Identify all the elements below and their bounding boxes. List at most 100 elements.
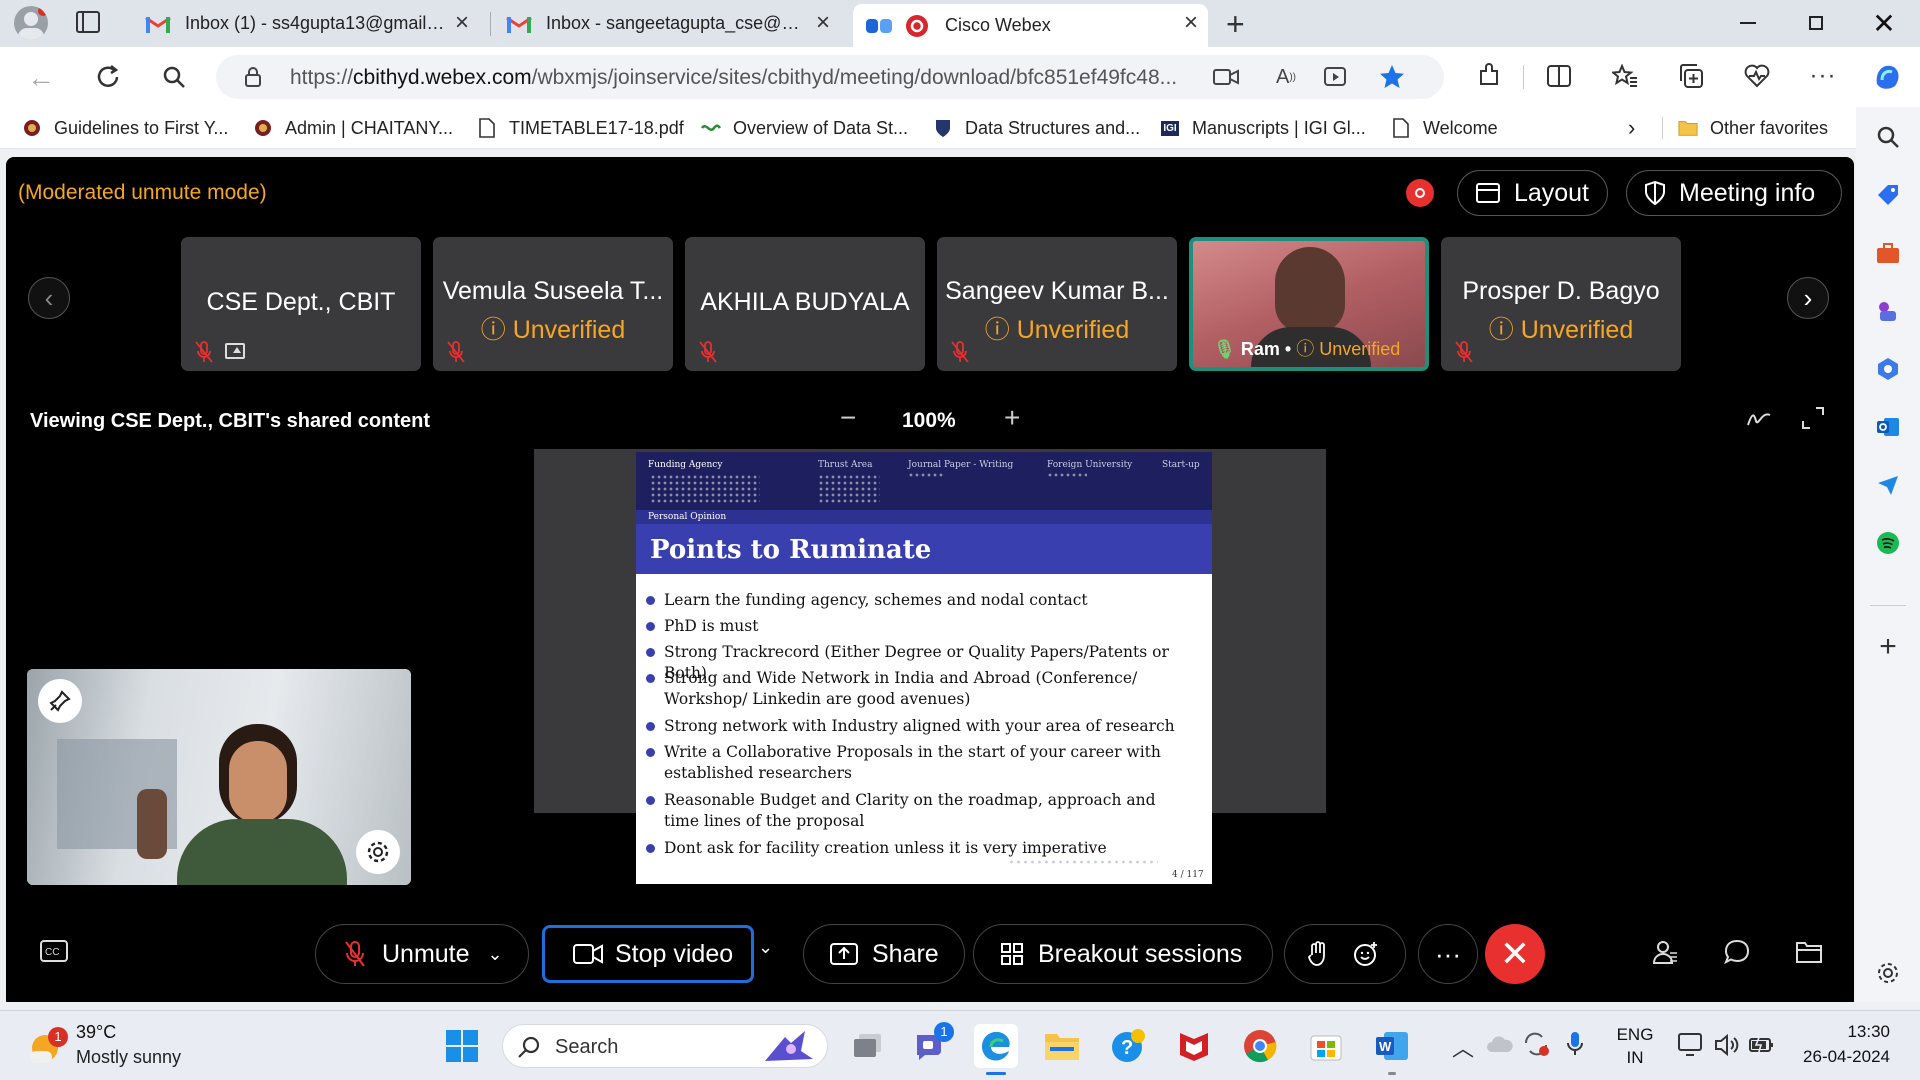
browser-essentials-icon[interactable] [1742, 61, 1772, 91]
close-icon[interactable]: × [1184, 11, 1198, 35]
collections-icon[interactable] [1676, 61, 1706, 91]
breakout-sessions-button[interactable]: Breakout sessions [973, 924, 1273, 984]
fullscreen-icon[interactable] [1802, 407, 1824, 429]
meeting-info-button[interactable]: Meeting info [1626, 170, 1842, 216]
sync-icon[interactable] [1522, 1031, 1550, 1057]
favorite-item[interactable]: Overview of Data St... [701, 115, 908, 141]
pin-icon[interactable] [38, 679, 82, 723]
taskbar-search[interactable]: Search [502, 1024, 828, 1068]
favorite-item[interactable]: IGI Manuscripts | IGI Gl... [1160, 115, 1366, 141]
tab-gmail-2[interactable]: Inbox - sangeetagupta_cse@cbit × [494, 4, 840, 43]
favorite-item[interactable]: Data Structures and... [933, 115, 1140, 141]
copilot-icon[interactable] [1870, 59, 1904, 93]
participant-tile[interactable]: Prosper D. Bagyo ⓘ Unverified [1441, 237, 1681, 371]
new-tab-button[interactable]: + [1226, 6, 1245, 43]
help-icon[interactable]: ? [1106, 1024, 1150, 1068]
closed-captions-icon[interactable]: CC [40, 940, 68, 962]
camera-icon[interactable] [1212, 67, 1240, 87]
zoom-out-button[interactable]: − [840, 402, 856, 434]
recording-icon[interactable] [1406, 179, 1434, 207]
send-icon[interactable] [1874, 471, 1902, 499]
shopping-tag-icon[interactable] [1874, 181, 1902, 209]
more-options-icon[interactable]: ··· [1808, 61, 1838, 91]
games-icon[interactable] [1874, 297, 1902, 325]
folder-icon[interactable] [1796, 941, 1822, 963]
chrome-icon[interactable] [1238, 1024, 1282, 1068]
profile-avatar[interactable] [14, 6, 48, 40]
microphone-icon[interactable] [1566, 1031, 1584, 1057]
participants-icon[interactable] [1652, 939, 1678, 965]
settings-icon[interactable] [1874, 959, 1902, 987]
tab-gmail-1[interactable]: Inbox (1) - ss4gupta13@gmail.com × [133, 4, 479, 43]
tab-actions-icon[interactable] [76, 11, 100, 33]
app-available-icon[interactable] [1322, 65, 1350, 89]
tools-icon[interactable] [1874, 239, 1902, 267]
onedrive-icon[interactable] [1486, 1035, 1514, 1053]
split-screen-icon[interactable] [1544, 61, 1574, 91]
favorites-icon[interactable] [1610, 61, 1640, 91]
clock-time[interactable]: 13:30 [1796, 1022, 1890, 1042]
lock-icon[interactable] [242, 65, 264, 89]
raise-hand-icon[interactable] [1307, 941, 1329, 967]
previous-participants-button[interactable]: ‹ [28, 277, 70, 319]
close-icon[interactable]: × [455, 11, 469, 35]
mcafee-icon[interactable] [1172, 1024, 1216, 1068]
leave-meeting-button[interactable]: ✕ [1485, 924, 1545, 984]
task-view-icon[interactable] [846, 1024, 890, 1068]
battery-icon[interactable] [1748, 1033, 1776, 1057]
close-icon[interactable]: × [816, 11, 830, 35]
volume-icon[interactable] [1714, 1033, 1740, 1057]
participant-tile[interactable]: CSE Dept., CBIT [181, 237, 421, 371]
language-indicator[interactable]: ENG [1616, 1025, 1654, 1045]
close-window-button[interactable]: ✕ [1862, 8, 1906, 39]
chevron-right-icon[interactable]: › [1628, 115, 1635, 141]
copilot-app-icon[interactable] [1874, 355, 1902, 383]
edge-icon[interactable] [974, 1024, 1018, 1075]
participant-tile[interactable]: Sangeev Kumar B... ⓘ Unverified [937, 237, 1177, 371]
next-participants-button[interactable]: › [1787, 277, 1829, 319]
microsoft-store-icon[interactable] [1304, 1024, 1348, 1068]
back-icon[interactable]: ← [26, 62, 56, 93]
spotify-icon[interactable] [1874, 529, 1902, 557]
search-icon[interactable] [1874, 123, 1902, 151]
favorite-item[interactable]: Welcome [1391, 115, 1498, 141]
share-button[interactable]: Share [803, 924, 965, 984]
tab-cisco-webex[interactable]: Cisco Webex × [853, 4, 1208, 47]
annotate-icon[interactable] [1746, 407, 1772, 429]
layout-button[interactable]: Layout [1457, 170, 1608, 216]
extensions-icon[interactable] [1474, 61, 1504, 91]
minimize-button[interactable] [1726, 8, 1770, 38]
weather-icon[interactable]: 1 [30, 1027, 68, 1065]
chevron-down-icon[interactable]: ⌄ [488, 944, 503, 965]
favorite-item[interactable]: Admin | CHAITANY... [253, 115, 453, 141]
unmute-button[interactable]: Unmute ⌄ [315, 924, 529, 984]
read-aloud-icon[interactable]: A)) [1272, 63, 1300, 91]
outlook-icon[interactable] [1874, 413, 1902, 441]
stop-video-button[interactable]: Stop video [542, 925, 754, 983]
teams-icon[interactable]: 1 [908, 1022, 954, 1068]
add-icon[interactable]: + [1874, 630, 1902, 663]
participant-video-tile[interactable]: 🎙 Ram • ⓘ Unverified [1189, 237, 1429, 371]
restore-button[interactable] [1794, 8, 1838, 38]
favorite-item[interactable]: TIMETABLE17-18.pdf [477, 115, 684, 141]
search-icon[interactable] [158, 61, 190, 93]
zoom-in-button[interactable]: + [1004, 402, 1020, 434]
participant-tile[interactable]: AKHILA BUDYALA [685, 237, 925, 371]
other-favorites[interactable]: Other favorites [1678, 115, 1828, 141]
chat-icon[interactable] [1724, 939, 1750, 965]
favorite-item[interactable]: Guidelines to First Y... [22, 115, 228, 141]
windows-start-icon[interactable] [440, 1024, 484, 1068]
reaction-icon[interactable] [1353, 941, 1379, 967]
url-bar[interactable]: https://cbithyd.webex.com/wbxmjs/joinser… [216, 55, 1444, 99]
network-icon[interactable] [1678, 1033, 1706, 1057]
more-options-button[interactable]: ··· [1418, 924, 1478, 984]
chevron-down-icon[interactable]: ⌄ [758, 937, 773, 958]
participant-tile[interactable]: Vemula Suseela T... ⓘ Unverified [433, 237, 673, 371]
word-icon[interactable]: W [1370, 1024, 1414, 1075]
refresh-icon[interactable] [92, 61, 124, 93]
url-text[interactable]: https://cbithyd.webex.com/wbxmjs/joinser… [290, 66, 1410, 90]
video-settings-icon[interactable] [356, 830, 400, 874]
chevron-up-icon[interactable]: ︿ [1452, 1031, 1474, 1063]
favorite-star-icon[interactable] [1378, 63, 1406, 91]
file-explorer-icon[interactable] [1040, 1024, 1084, 1068]
